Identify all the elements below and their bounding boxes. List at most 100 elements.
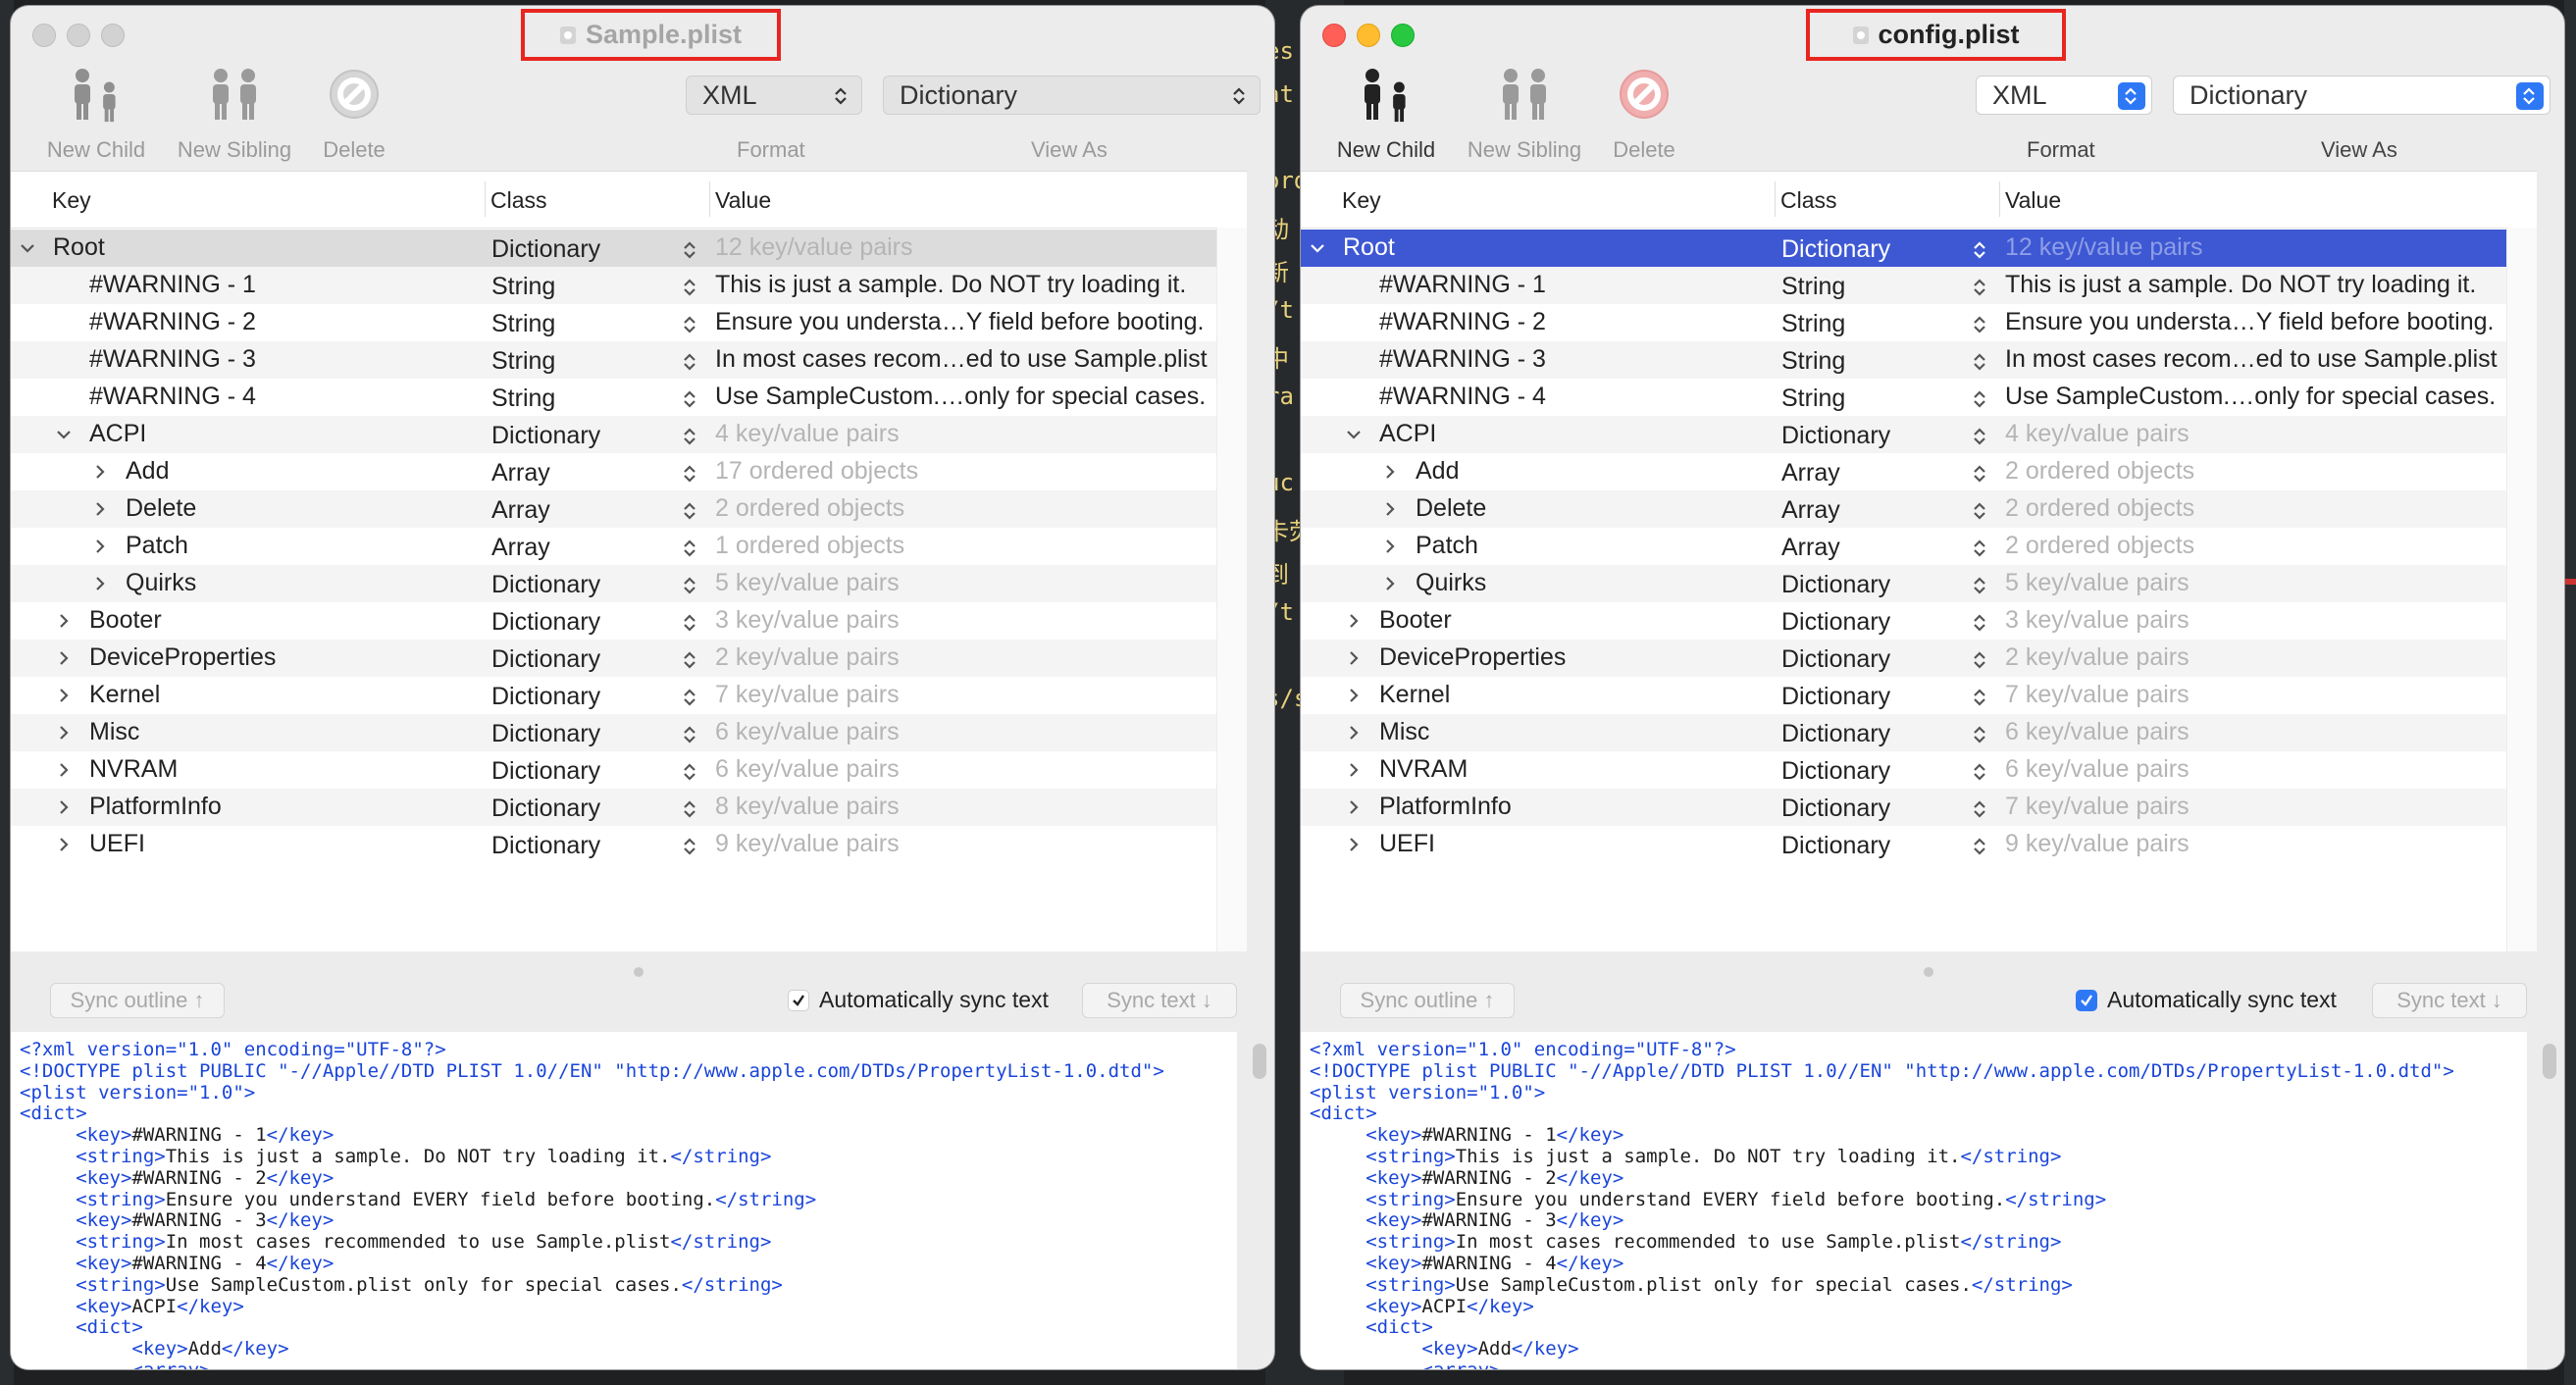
class-stepper-icon[interactable]	[1973, 835, 1986, 863]
disclosure-closed-icon[interactable]	[54, 721, 74, 744]
class-stepper-icon[interactable]	[683, 797, 696, 826]
disclosure-closed-icon[interactable]	[54, 684, 74, 707]
row-class[interactable]: Array	[1781, 496, 1840, 525]
class-stepper-icon[interactable]	[1973, 462, 1986, 490]
outline-row[interactable]: Delete Array 2 ordered objects	[11, 490, 1247, 528]
row-class[interactable]: String	[491, 385, 555, 413]
disclosure-closed-icon[interactable]	[54, 609, 74, 633]
outline-row[interactable]: UEFI Dictionary 9 key/value pairs	[1301, 826, 2537, 863]
row-class[interactable]: Dictionary	[1781, 683, 1890, 711]
class-stepper-icon[interactable]	[683, 723, 696, 751]
format-select[interactable]: XML	[686, 76, 862, 115]
split-view-handle[interactable]	[634, 967, 644, 977]
class-stepper-icon[interactable]	[683, 238, 696, 267]
class-stepper-icon[interactable]	[683, 648, 696, 677]
format-select[interactable]: XML	[1976, 76, 2152, 115]
auto-sync-checkbox[interactable]: Automatically sync text	[788, 987, 1049, 1013]
row-class[interactable]: Dictionary	[1781, 720, 1890, 748]
row-class[interactable]: Dictionary	[1781, 795, 1890, 823]
class-stepper-icon[interactable]	[683, 499, 696, 528]
class-stepper-icon[interactable]	[1973, 387, 1986, 416]
class-stepper-icon[interactable]	[683, 313, 696, 341]
outline-row[interactable]: ACPI Dictionary 4 key/value pairs	[1301, 416, 2537, 453]
class-stepper-icon[interactable]	[683, 686, 696, 714]
class-stepper-icon[interactable]	[683, 574, 696, 602]
class-stepper-icon[interactable]	[1973, 611, 1986, 640]
disclosure-closed-icon[interactable]	[90, 497, 110, 521]
column-header-key[interactable]: Key	[52, 187, 91, 214]
class-stepper-icon[interactable]	[683, 425, 696, 453]
close-button[interactable]	[1322, 24, 1346, 47]
disclosure-closed-icon[interactable]	[1380, 572, 1400, 595]
outline-row[interactable]: PlatformInfo Dictionary 8 key/value pairs	[11, 789, 1247, 826]
outline-row[interactable]: Misc Dictionary 6 key/value pairs	[1301, 714, 2537, 751]
class-stepper-icon[interactable]	[1973, 425, 1986, 453]
minimize-button[interactable]	[67, 24, 90, 47]
disclosure-closed-icon[interactable]	[54, 758, 74, 782]
row-class[interactable]: Array	[491, 459, 550, 487]
class-stepper-icon[interactable]	[1973, 648, 1986, 677]
column-header-class[interactable]: Class	[490, 187, 547, 214]
checkbox-icon[interactable]	[2076, 989, 2097, 1011]
disclosure-open-icon[interactable]	[18, 236, 37, 260]
outline-scrollbar[interactable]	[1216, 228, 1247, 951]
row-class[interactable]: String	[1781, 273, 1845, 301]
row-class[interactable]: Array	[1781, 534, 1840, 562]
row-class[interactable]: Dictionary	[491, 571, 600, 599]
class-stepper-icon[interactable]	[683, 350, 696, 379]
disclosure-closed-icon[interactable]	[1344, 646, 1364, 670]
row-value[interactable]: Ensure you understa…Y field before booti…	[2005, 308, 2494, 336]
outline-row[interactable]: Booter Dictionary 3 key/value pairs	[11, 602, 1247, 640]
row-class[interactable]: Dictionary	[491, 757, 600, 786]
outline-row[interactable]: Patch Array 2 ordered objects	[1301, 528, 2537, 565]
row-class[interactable]: Array	[491, 496, 550, 525]
column-header-value[interactable]: Value	[715, 187, 771, 214]
disclosure-closed-icon[interactable]	[1344, 609, 1364, 633]
row-class[interactable]: Dictionary	[491, 422, 600, 450]
disclosure-closed-icon[interactable]	[90, 460, 110, 484]
row-class[interactable]: String	[491, 273, 555, 301]
row-class[interactable]: Array	[1781, 459, 1840, 487]
class-stepper-icon[interactable]	[1973, 238, 1986, 267]
disclosure-closed-icon[interactable]	[1344, 833, 1364, 856]
row-class[interactable]: Array	[491, 534, 550, 562]
outline-row[interactable]: Delete Array 2 ordered objects	[1301, 490, 2537, 528]
close-button[interactable]	[32, 24, 56, 47]
outline-row[interactable]: NVRAM Dictionary 6 key/value pairs	[11, 751, 1247, 789]
row-class[interactable]: Dictionary	[1781, 571, 1890, 599]
class-stepper-icon[interactable]	[1973, 276, 1986, 304]
column-header-key[interactable]: Key	[1342, 187, 1381, 214]
column-header-class[interactable]: Class	[1780, 187, 1837, 214]
disclosure-closed-icon[interactable]	[1380, 460, 1400, 484]
outline-row[interactable]: ACPI Dictionary 4 key/value pairs	[11, 416, 1247, 453]
row-class[interactable]: Dictionary	[491, 832, 600, 860]
disclosure-closed-icon[interactable]	[1344, 795, 1364, 819]
outline-row[interactable]: Booter Dictionary 3 key/value pairs	[1301, 602, 2537, 640]
outline-row[interactable]: #WARNING - 4 String Use SampleCustom.…only…	[11, 379, 1247, 416]
outline-scrollbar[interactable]	[2506, 228, 2537, 951]
xml-scrollbar[interactable]	[1253, 1044, 1266, 1079]
sync-text-button[interactable]: Sync text ↓	[1082, 983, 1237, 1018]
row-class[interactable]: Dictionary	[491, 608, 600, 637]
disclosure-closed-icon[interactable]	[90, 535, 110, 558]
class-stepper-icon[interactable]	[1973, 760, 1986, 789]
auto-sync-checkbox[interactable]: Automatically sync text	[2076, 987, 2337, 1013]
minimize-button[interactable]	[1357, 24, 1380, 47]
row-value[interactable]: Use SampleCustom.…only for special cases…	[715, 383, 1206, 411]
outline-row[interactable]: Root Dictionary 12 key/value pairs	[1301, 230, 2537, 267]
row-value[interactable]: This is just a sample. Do NOT try loadin…	[2005, 271, 2476, 299]
outline-row[interactable]: #WARNING - 3 String In most cases recom…ed…	[11, 341, 1247, 379]
disclosure-closed-icon[interactable]	[1344, 684, 1364, 707]
class-stepper-icon[interactable]	[683, 611, 696, 640]
row-class[interactable]: Dictionary	[491, 235, 600, 264]
zoom-button[interactable]	[101, 24, 125, 47]
xml-text-editor[interactable]: <?xml version="1.0" encoding="UTF-8"?> <!…	[11, 1032, 1237, 1369]
sync-text-button[interactable]: Sync text ↓	[2372, 983, 2527, 1018]
outline-row[interactable]: DeviceProperties Dictionary 2 key/value pa…	[1301, 640, 2537, 677]
row-value[interactable]: In most cases recom…ed to use Sample.pli…	[715, 345, 1208, 374]
outline-row[interactable]: DeviceProperties Dictionary 2 key/value pa…	[11, 640, 1247, 677]
class-stepper-icon[interactable]	[1973, 537, 1986, 565]
disclosure-closed-icon[interactable]	[1380, 497, 1400, 521]
class-stepper-icon[interactable]	[1973, 350, 1986, 379]
row-class[interactable]: String	[1781, 385, 1845, 413]
